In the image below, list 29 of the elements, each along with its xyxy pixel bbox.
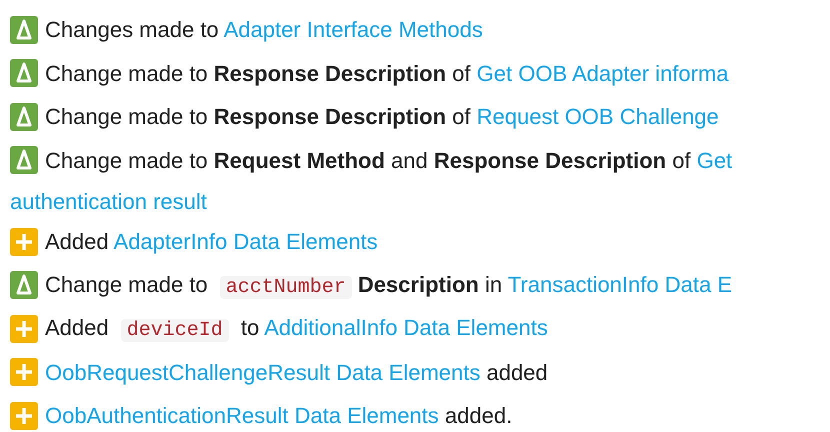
change-note: Change made to acctNumber Description in TransactionInfo Data E bbox=[45, 270, 732, 301]
code-text: deviceId bbox=[120, 319, 229, 342]
plus-icon bbox=[10, 228, 38, 256]
link[interactable]: OobRequestChallengeResult Data Elements bbox=[45, 360, 480, 385]
change-note: Change made to Response Description of Request OOB Challenge bbox=[45, 103, 719, 132]
plus-icon bbox=[10, 314, 38, 343]
link[interactable]: AdapterInfo Data Elements bbox=[114, 229, 378, 254]
change-note: OobAuthenticationResult Data Elements added. bbox=[45, 402, 512, 430]
delta-icon bbox=[10, 271, 38, 300]
link[interactable]: Adapter Interface Methods bbox=[224, 17, 483, 42]
delta-icon bbox=[10, 16, 38, 44]
delta-icon bbox=[10, 146, 38, 174]
link[interactable]: authentication result bbox=[10, 184, 207, 218]
link[interactable]: TransactionInfo Data E bbox=[508, 272, 732, 297]
link[interactable]: Get OOB Adapter informa bbox=[476, 60, 729, 86]
link[interactable]: OobAuthenticationResult Data Elements bbox=[45, 403, 439, 428]
link[interactable]: Get bbox=[696, 148, 732, 173]
change-note: Change made to Request Method and Response Description of Get bbox=[45, 146, 732, 175]
change-note: Change made to Response Description of Get OOB Adapter informa bbox=[45, 60, 729, 88]
change-note: Added deviceId to AdditionalInfo Data Elements bbox=[45, 314, 548, 344]
link[interactable]: Request OOB Challenge bbox=[476, 104, 719, 130]
code-text: acctNumber bbox=[220, 276, 352, 299]
delta-icon bbox=[10, 102, 38, 131]
change-note: Changes made to Adapter Interface Methods bbox=[45, 16, 483, 44]
plus-icon bbox=[10, 358, 38, 386]
delta-icon bbox=[10, 59, 38, 88]
link[interactable]: AdditionalInfo Data Elements bbox=[264, 315, 548, 340]
change-note: Added AdapterInfo Data Elements bbox=[45, 228, 378, 256]
change-note: OobRequestChallengeResult Data Elements added bbox=[45, 358, 548, 387]
